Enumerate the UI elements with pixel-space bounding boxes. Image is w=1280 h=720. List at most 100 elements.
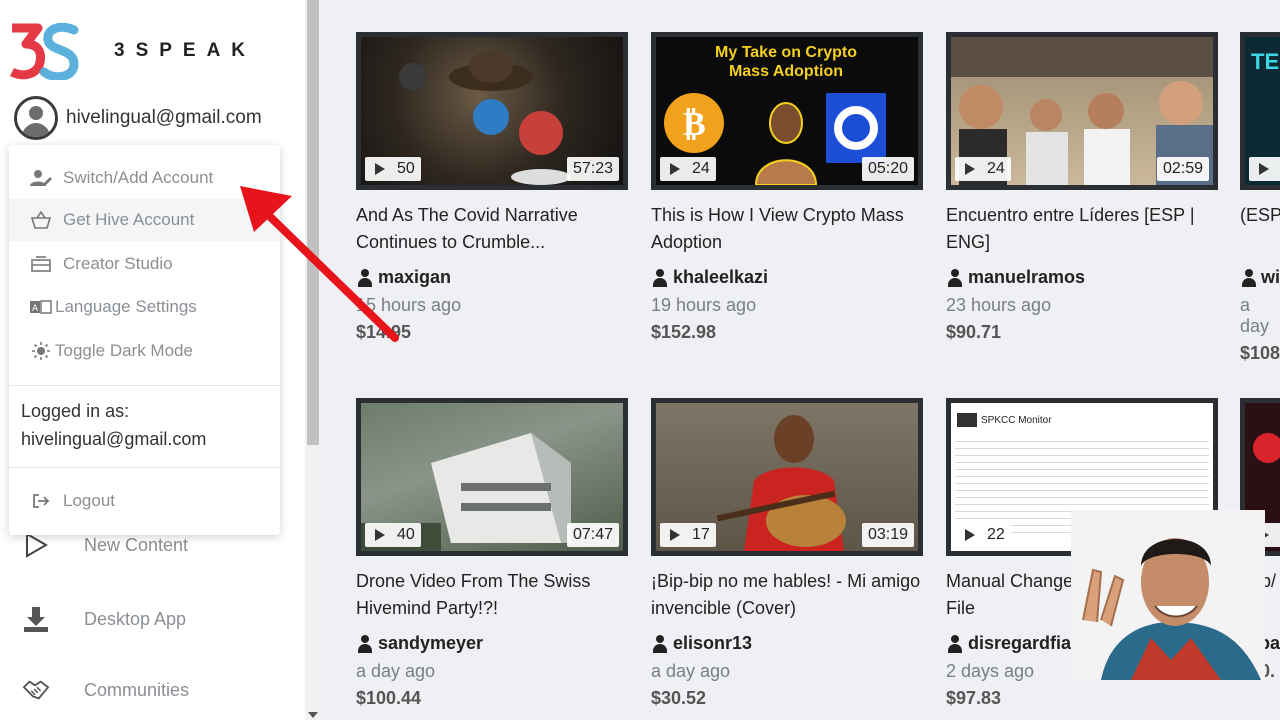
view-count: 50 [397, 160, 415, 177]
video-author[interactable]: wi [1240, 267, 1280, 288]
author-name: elisonr13 [673, 633, 753, 653]
video-card[interactable]: 17 03:19 ¡Bip-bip no me hables! - Mi ami… [651, 398, 923, 709]
avatar-icon [14, 96, 58, 140]
play-outline-icon [22, 531, 50, 559]
video-title[interactable]: Drone Video From The Swiss Hivemind Part… [356, 568, 628, 622]
play-icon [965, 529, 975, 541]
video-payout: $90.71 [946, 322, 1002, 342]
video-author[interactable]: elisonr13 [651, 633, 923, 654]
video-author[interactable]: manuelramos [946, 267, 1218, 288]
author-name: maxigan [378, 267, 452, 287]
menu-item-toggle-dark-mode[interactable]: Toggle Dark Mode [9, 330, 280, 372]
menu-item-get-hive-account[interactable]: Get Hive Account [9, 199, 280, 241]
play-icon [375, 529, 385, 541]
video-title[interactable]: (ESP Jhon [1240, 202, 1280, 256]
duration-badge: 02:59 [1156, 157, 1209, 181]
webcam-overlay [1071, 510, 1265, 680]
language-icon: A [29, 298, 53, 316]
person-icon [946, 268, 964, 287]
video-time: a day ago [651, 661, 731, 681]
play-icon [375, 163, 385, 175]
person-icon [1240, 268, 1257, 287]
play-icon [965, 163, 975, 175]
video-card[interactable]: 50 57:23 And As The Covid Narrative Cont… [356, 32, 628, 343]
scroll-down-icon[interactable] [308, 712, 318, 718]
video-payout: $30.52 [651, 688, 707, 708]
view-count: 22 [987, 526, 1005, 543]
person-icon [651, 268, 669, 287]
video-author[interactable]: sandymeyer [356, 633, 628, 654]
menu-item-label: Language Settings [55, 297, 197, 316]
sidebar-scrollbar[interactable] [305, 0, 321, 720]
view-count: 24 [987, 160, 1005, 177]
video-time: 23 hours ago [946, 295, 1052, 315]
video-thumbnail[interactable]: 50 57:23 [356, 32, 628, 190]
duration-badge: 57:23 [566, 157, 619, 181]
video-thumbnail[interactable]: My Take on Crypto Mass Adoption ₿ 24 05:… [651, 32, 923, 190]
menu-item-language-settings[interactable]: A Language Settings [9, 286, 280, 328]
svg-text:₿: ₿ [683, 104, 706, 144]
scrollbar-thumb[interactable] [307, 0, 319, 445]
handshake-icon [22, 676, 50, 704]
views-badge: 17 [660, 523, 716, 547]
person-icon [651, 634, 669, 653]
svg-text:A: A [32, 304, 39, 314]
video-author[interactable]: khaleelkazi [651, 267, 923, 288]
play-icon [1259, 163, 1269, 175]
views-badge: 24 [955, 157, 1011, 181]
menu-item-switch-account[interactable]: Switch/Add Account [9, 157, 280, 199]
view-count: 24 [692, 160, 710, 177]
author-name: manuelramos [968, 267, 1086, 287]
video-card[interactable]: 24 02:59 Encuentro entre Líderes [ESP | … [946, 32, 1218, 343]
user-edit-icon [29, 169, 53, 187]
author-name: wi [1260, 267, 1280, 287]
video-title[interactable]: This is How I View Crypto Mass Adoption [651, 202, 923, 256]
duration-badge: 03:19 [861, 523, 914, 547]
sidebar-item-label: Desktop App [84, 608, 187, 629]
sidebar-item-communities[interactable]: Communities [0, 665, 305, 715]
video-author[interactable]: maxigan [356, 267, 628, 288]
user-email: hivelingual@gmail.com [66, 107, 262, 128]
logo[interactable]: 3SPEAK [8, 22, 256, 82]
menu-item-creator-studio[interactable]: Creator Studio [9, 243, 280, 285]
user-menu-toggle[interactable]: hivelingual@gmail.com [14, 96, 262, 140]
video-title[interactable]: ¡Bip-bip no me hables! - Mi amigo invenc… [651, 568, 923, 622]
thumbnail-caption: SPKCC Monitor [981, 415, 1052, 426]
menu-item-label: Switch/Add Account [63, 168, 214, 187]
menu-item-logout[interactable]: Logout [9, 480, 280, 522]
divider [9, 467, 280, 468]
video-card[interactable]: 40 07:47 Drone Video From The Swiss Hive… [356, 398, 628, 709]
account-dropdown-menu: Switch/Add Account Get Hive Account Crea… [9, 145, 280, 535]
view-count: 40 [397, 526, 415, 543]
menu-item-label: Logout [63, 491, 115, 510]
view-count: 17 [692, 526, 710, 543]
video-title[interactable]: And As The Covid Narrative Continues to … [356, 202, 628, 256]
video-payout: $14.95 [356, 322, 412, 342]
menu-item-label: Get Hive Account [63, 210, 195, 229]
video-card[interactable]: My Take on Crypto Mass Adoption ₿ 24 05:… [651, 32, 923, 343]
video-thumbnail[interactable]: 40 07:47 [356, 398, 628, 556]
views-badge: 50 [365, 157, 421, 181]
author-name: khaleelkazi [673, 267, 769, 287]
video-payout: $100.44 [356, 688, 422, 708]
video-thumbnail[interactable]: 17 03:19 [651, 398, 923, 556]
views-badge: 24 [660, 157, 716, 181]
menu-item-label: Creator Studio [63, 254, 173, 273]
video-title[interactable]: Encuentro entre Líderes [ESP | ENG] [946, 202, 1218, 256]
studio-icon [29, 255, 53, 273]
video-thumbnail[interactable]: TE [1240, 32, 1280, 190]
3speak-logo-icon [8, 22, 80, 82]
logged-in-label: Logged in as: [21, 401, 130, 421]
basket-icon [29, 211, 53, 229]
play-icon [670, 529, 680, 541]
video-thumbnail[interactable]: 24 02:59 [946, 32, 1218, 190]
thumbnail-text: TE [1251, 49, 1280, 74]
sidebar-item-label: New Content [84, 534, 189, 555]
duration-badge: 05:20 [861, 157, 914, 181]
video-payout: $152.98 [651, 322, 717, 342]
sidebar-item-desktop-app[interactable]: Desktop App [0, 594, 305, 644]
video-card[interactable]: TE (ESP Jhon wi a day $108 [1240, 32, 1280, 364]
author-name: disregardfia [968, 633, 1072, 653]
sidebar-item-label: Communities [84, 679, 190, 700]
divider [9, 385, 280, 386]
